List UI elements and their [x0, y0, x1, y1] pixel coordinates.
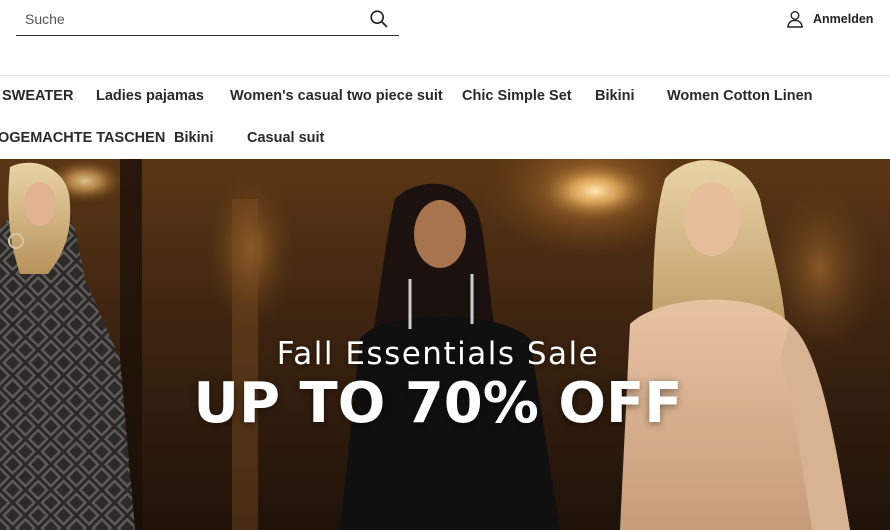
category-nav-row: OGEMACHTE TASCHEN Bikini Casual suit [0, 119, 890, 157]
nav-item-bikini-2[interactable]: Bikini [174, 119, 213, 157]
nav-item-casual-suit[interactable]: Casual suit [247, 119, 324, 157]
category-nav: SWEATER Ladies pajamas Women's casual tw… [0, 77, 890, 159]
nav-item-chic-simple-set[interactable]: Chic Simple Set [462, 77, 572, 115]
nav-item-bikini[interactable]: Bikini [595, 77, 634, 115]
hero-banner[interactable]: Fall Essentials Sale UP TO 70% OFF [0, 159, 890, 530]
hero-subtitle: Fall Essentials Sale [276, 336, 600, 372]
search-icon[interactable] [369, 9, 389, 29]
nav-item-two-piece-suit[interactable]: Women's casual two piece suit [230, 77, 443, 115]
nav-item-handmade-bags[interactable]: OGEMACHTE TASCHEN [0, 119, 165, 157]
nav-item-sweater[interactable]: SWEATER [2, 77, 73, 115]
category-nav-row: SWEATER Ladies pajamas Women's casual tw… [0, 77, 890, 115]
nav-item-cotton-linen[interactable]: Women Cotton Linen [667, 77, 813, 115]
search-bar [16, 4, 399, 36]
login-link[interactable]: Anmelden [786, 9, 873, 29]
site-header: Anmelden [0, 0, 890, 76]
login-label: Anmelden [813, 12, 874, 26]
search-input[interactable] [25, 8, 355, 30]
hero-text: Fall Essentials Sale UP TO 70% OFF [0, 159, 890, 530]
user-icon [787, 11, 803, 28]
nav-item-ladies-pajamas[interactable]: Ladies pajamas [96, 77, 204, 115]
hero-title: UP TO 70% OFF [193, 371, 683, 436]
